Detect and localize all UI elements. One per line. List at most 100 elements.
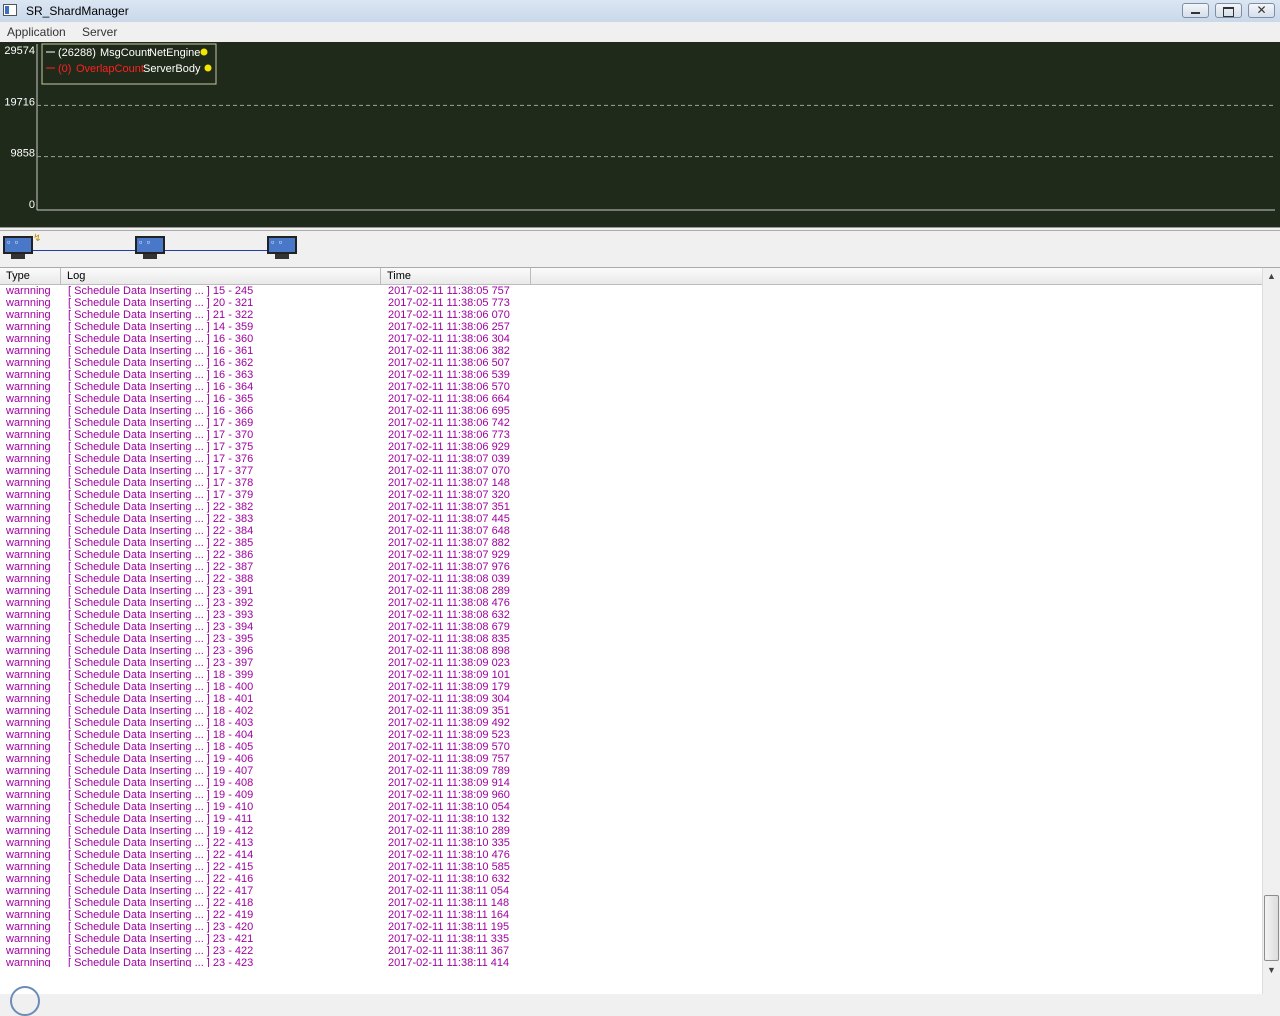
log-row[interactable]: warnning [ Schedule Data Inserting ... ] … [0, 861, 1262, 873]
log-row[interactable]: warnning [ Schedule Data Inserting ... ] … [0, 885, 1262, 897]
log-row[interactable]: warnning [ Schedule Data Inserting ... ] … [0, 957, 1262, 967]
y-tick-label: 29574 [4, 45, 35, 57]
log-row[interactable]: warnning [ Schedule Data Inserting ... ] … [0, 309, 1262, 321]
log-time-cell: 2017-02-11 11:38:06 257 [388, 321, 510, 333]
log-row[interactable]: warnning [ Schedule Data Inserting ... ] … [0, 357, 1262, 369]
server-node-3[interactable] [267, 236, 297, 260]
log-row[interactable]: warnning [ Schedule Data Inserting ... ] … [0, 921, 1262, 933]
log-row[interactable]: warnning [ Schedule Data Inserting ... ] … [0, 393, 1262, 405]
log-row[interactable]: warnning [ Schedule Data Inserting ... ] … [0, 321, 1262, 333]
log-row[interactable]: warnning [ Schedule Data Inserting ... ] … [0, 681, 1262, 693]
log-row[interactable]: warnning [ Schedule Data Inserting ... ] … [0, 657, 1262, 669]
monitor-chart: 29574 19716 9858 0 (26288) MsgCount NetEngine (… [0, 42, 1280, 228]
log-row[interactable]: warnning [ Schedule Data Inserting ... ] … [0, 669, 1262, 681]
log-row[interactable]: warnning [ Schedule Data Inserting ... ] … [0, 825, 1262, 837]
scroll-thumb[interactable] [1264, 895, 1279, 961]
close-button[interactable]: ✕ [1248, 3, 1275, 18]
log-time-cell: 2017-02-11 11:38:10 054 [388, 801, 510, 813]
log-row[interactable]: warnning [ Schedule Data Inserting ... ] … [0, 513, 1262, 525]
log-row[interactable]: warnning [ Schedule Data Inserting ... ] … [0, 417, 1262, 429]
log-row[interactable]: warnning [ Schedule Data Inserting ... ] … [0, 765, 1262, 777]
log-row[interactable]: warnning [ Schedule Data Inserting ... ] … [0, 621, 1262, 633]
minimize-button[interactable] [1182, 3, 1209, 18]
log-time-cell: 2017-02-11 11:38:05 773 [388, 297, 510, 309]
log-row[interactable]: warnning [ Schedule Data Inserting ... ] … [0, 561, 1262, 573]
log-type-cell: warnning [6, 873, 51, 885]
log-row[interactable]: warnning [ Schedule Data Inserting ... ] … [0, 945, 1262, 957]
log-message-cell: [ Schedule Data Inserting ... ] 14 - 359 [68, 321, 254, 333]
vertical-scrollbar[interactable]: ▲ ▼ [1262, 268, 1280, 994]
log-row[interactable]: warnning [ Schedule Data Inserting ... ] … [0, 777, 1262, 789]
log-time-cell: 2017-02-11 11:38:09 304 [388, 693, 510, 705]
legend-count: (0) [58, 63, 71, 75]
log-row[interactable]: warnning [ Schedule Data Inserting ... ] … [0, 285, 1262, 297]
log-list[interactable]: Type Log Time warnning [ Schedule Data In… [0, 268, 1280, 994]
log-rows: warnning [ Schedule Data Inserting ... ] … [0, 285, 1262, 967]
log-row[interactable]: warnning [ Schedule Data Inserting ... ] … [0, 645, 1262, 657]
log-message-cell: [ Schedule Data Inserting ... ] 22 - 414 [68, 849, 254, 861]
log-time-cell: 2017-02-11 11:38:10 585 [388, 861, 510, 873]
log-row[interactable]: warnning [ Schedule Data Inserting ... ] … [0, 729, 1262, 741]
legend-metric: OverlapCount [76, 63, 144, 75]
log-row[interactable]: warnning [ Schedule Data Inserting ... ] … [0, 717, 1262, 729]
log-row[interactable]: warnning [ Schedule Data Inserting ... ] … [0, 345, 1262, 357]
log-row[interactable]: warnning [ Schedule Data Inserting ... ] … [0, 453, 1262, 465]
log-row[interactable]: warnning [ Schedule Data Inserting ... ] … [0, 489, 1262, 501]
log-message-cell: [ Schedule Data Inserting ... ] 18 - 404 [68, 729, 254, 741]
log-time-cell: 2017-02-11 11:38:09 523 [388, 729, 510, 741]
y-tick-label: 0 [29, 199, 35, 211]
log-row[interactable]: warnning [ Schedule Data Inserting ... ] … [0, 801, 1262, 813]
scroll-up-arrow-icon[interactable]: ▲ [1263, 268, 1280, 285]
log-row[interactable]: warnning [ Schedule Data Inserting ... ] … [0, 813, 1262, 825]
server-node-1[interactable] [3, 236, 33, 260]
log-type-cell: warnning [6, 453, 51, 465]
log-row[interactable]: warnning [ Schedule Data Inserting ... ] … [0, 405, 1262, 417]
log-message-cell: [ Schedule Data Inserting ... ] 19 - 411 [68, 813, 253, 825]
log-row[interactable]: warnning [ Schedule Data Inserting ... ] … [0, 741, 1262, 753]
log-row[interactable]: warnning [ Schedule Data Inserting ... ] … [0, 549, 1262, 561]
log-row[interactable]: warnning [ Schedule Data Inserting ... ] … [0, 837, 1262, 849]
log-type-cell: warnning [6, 729, 51, 741]
log-row[interactable]: warnning [ Schedule Data Inserting ... ] … [0, 897, 1262, 909]
log-row[interactable]: warnning [ Schedule Data Inserting ... ] … [0, 477, 1262, 489]
log-type-cell: warnning [6, 573, 51, 585]
log-row[interactable]: warnning [ Schedule Data Inserting ... ] … [0, 609, 1262, 621]
log-row[interactable]: warnning [ Schedule Data Inserting ... ] … [0, 633, 1262, 645]
log-row[interactable]: warnning [ Schedule Data Inserting ... ] … [0, 693, 1262, 705]
log-row[interactable]: warnning [ Schedule Data Inserting ... ] … [0, 597, 1262, 609]
log-row[interactable]: warnning [ Schedule Data Inserting ... ] … [0, 753, 1262, 765]
log-row[interactable]: warnning [ Schedule Data Inserting ... ] … [0, 369, 1262, 381]
log-time-cell: 2017-02-11 11:38:09 914 [388, 777, 510, 789]
log-row[interactable]: warnning [ Schedule Data Inserting ... ] … [0, 705, 1262, 717]
log-type-cell: warnning [6, 357, 51, 369]
menu-server[interactable]: Server [82, 25, 117, 39]
log-row[interactable]: warnning [ Schedule Data Inserting ... ] … [0, 333, 1262, 345]
log-row[interactable]: warnning [ Schedule Data Inserting ... ] … [0, 933, 1262, 945]
log-row[interactable]: warnning [ Schedule Data Inserting ... ] … [0, 525, 1262, 537]
log-row[interactable]: warnning [ Schedule Data Inserting ... ] … [0, 381, 1262, 393]
menu-application[interactable]: Application [7, 25, 66, 39]
log-row[interactable]: warnning [ Schedule Data Inserting ... ] … [0, 909, 1262, 921]
log-message-cell: [ Schedule Data Inserting ... ] 23 - 397 [68, 657, 254, 669]
restore-button[interactable] [1215, 3, 1242, 18]
log-row[interactable]: warnning [ Schedule Data Inserting ... ] … [0, 297, 1262, 309]
log-row[interactable]: warnning [ Schedule Data Inserting ... ] … [0, 585, 1262, 597]
log-row[interactable]: warnning [ Schedule Data Inserting ... ] … [0, 573, 1262, 585]
column-header-log[interactable]: Log [61, 268, 381, 284]
log-time-cell: 2017-02-11 11:38:07 320 [388, 489, 510, 501]
scroll-down-arrow-icon[interactable]: ▼ [1263, 962, 1280, 979]
log-row[interactable]: warnning [ Schedule Data Inserting ... ] … [0, 441, 1262, 453]
column-header-type[interactable]: Type [0, 268, 61, 284]
log-row[interactable]: warnning [ Schedule Data Inserting ... ] … [0, 849, 1262, 861]
log-type-cell: warnning [6, 561, 51, 573]
log-row[interactable]: warnning [ Schedule Data Inserting ... ] … [0, 537, 1262, 549]
log-type-cell: warnning [6, 657, 51, 669]
server-node-2[interactable] [135, 236, 165, 260]
log-row[interactable]: warnning [ Schedule Data Inserting ... ] … [0, 789, 1262, 801]
log-row[interactable]: warnning [ Schedule Data Inserting ... ] … [0, 465, 1262, 477]
column-header-time[interactable]: Time [381, 268, 531, 284]
log-row[interactable]: warnning [ Schedule Data Inserting ... ] … [0, 429, 1262, 441]
log-row[interactable]: warnning [ Schedule Data Inserting ... ] … [0, 501, 1262, 513]
log-message-cell: [ Schedule Data Inserting ... ] 22 - 419 [68, 909, 254, 921]
log-row[interactable]: warnning [ Schedule Data Inserting ... ] … [0, 873, 1262, 885]
